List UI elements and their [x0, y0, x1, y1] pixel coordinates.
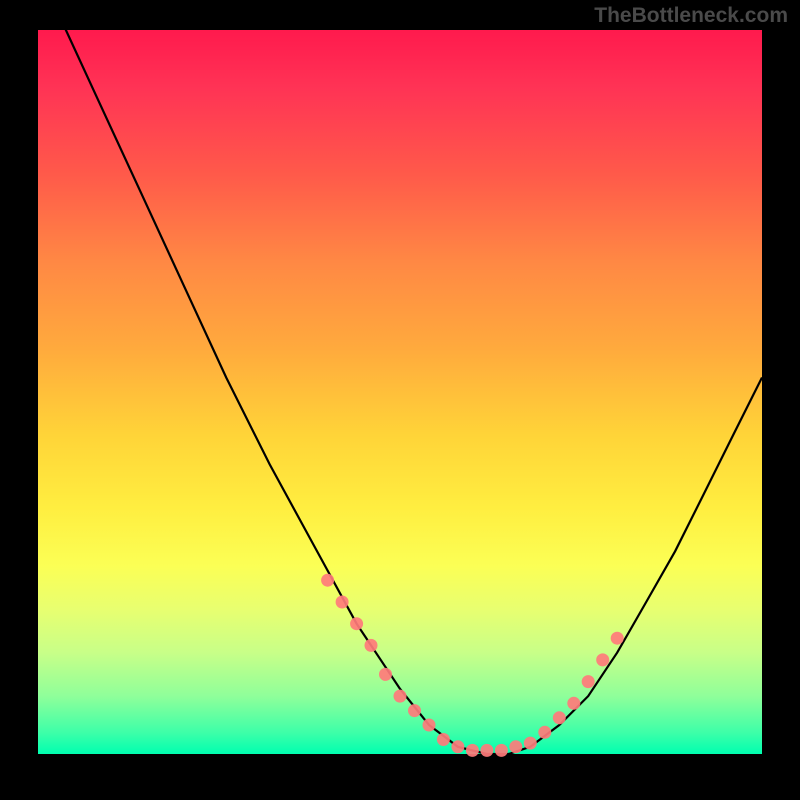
chart-svg [38, 30, 762, 754]
chart-curve [53, 1, 763, 754]
chart-highlight-dots [321, 574, 624, 757]
watermark-text: TheBottleneck.com [594, 4, 788, 28]
chart-plot-area [38, 30, 762, 754]
